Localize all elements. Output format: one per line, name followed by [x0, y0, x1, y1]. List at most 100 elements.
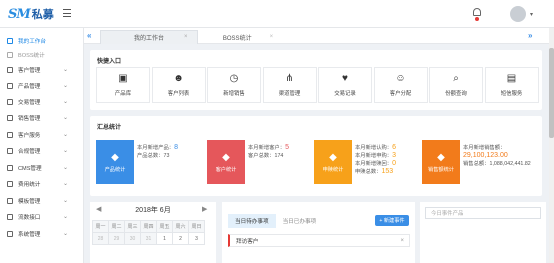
stat-line-label: 本月新增申购：: [355, 153, 393, 159]
calendar-day[interactable]: 31: [140, 232, 157, 245]
chevron-down-icon: ⌄: [62, 148, 68, 154]
sidebar-item-label: 我的工作台: [18, 38, 46, 45]
stat-line-label: 申赎总数：: [355, 169, 382, 175]
share-icon: ⋔: [285, 72, 294, 84]
calendar-day[interactable]: 1: [156, 232, 173, 245]
calendar-day[interactable]: 28: [92, 232, 109, 245]
quick-entry-3[interactable]: ⋔ 渠道管理: [262, 67, 317, 103]
sidebar-item[interactable]: 模板管理 ⌄: [0, 194, 84, 207]
menu-toggle-icon[interactable]: [63, 9, 71, 17]
search-input[interactable]: 今日事件产品: [425, 207, 541, 219]
stat-line: 申赎总数：153: [355, 168, 396, 176]
calendar-panel: ◀ 2018年 6月 ▶ 周一 周二 周三 周四 周五 周六 周日 28 29 30 31 1 2 3: [90, 202, 216, 263]
sidebar-item-label: 客户管理: [18, 67, 41, 74]
stat-line-value: 174: [274, 153, 284, 159]
stat-card-badge: ◆ 客户统计: [207, 140, 245, 184]
close-icon[interactable]: ×: [184, 34, 188, 40]
sidebar-item-label: 交易管理: [18, 99, 41, 106]
quick-entry-7[interactable]: ▤ 短信服务: [484, 67, 539, 103]
stat-line: 本月新增销售额：: [463, 144, 531, 152]
menu-item-icon: [7, 82, 13, 89]
clock-icon: ◷: [229, 72, 239, 84]
sidebar-item-label: 系统管理: [18, 231, 41, 238]
sidebar-item[interactable]: 交易管理 ⌄: [0, 95, 84, 108]
calendar-day[interactable]: 3: [188, 232, 205, 245]
stat-line-value: 29,100,123.00: [463, 152, 508, 159]
stat-card[interactable]: ◆ 申赎统计 本月新增认购：6 本月新增申购：3 本月新增赎回：0 申赎总数：153: [314, 140, 419, 184]
sidebar-item[interactable]: CMS管理 ⌄: [0, 161, 84, 174]
stat-card[interactable]: ◆ 产品统计 本月新增产品：8 产品总数：73: [96, 140, 201, 184]
calendar-next-icon[interactable]: ▶: [202, 205, 207, 213]
quick-entry-5[interactable]: ☺ 客户分配: [373, 67, 428, 103]
sidebar-item[interactable]: 费用统计 ⌄: [0, 177, 84, 190]
stat-card[interactable]: ◆ 客户统计 本月新增客户：5 客户总数：174: [207, 140, 312, 184]
quick-entry-2[interactable]: ◷ 新增销售: [207, 67, 261, 103]
stat-line: 29,100,123.00: [463, 152, 531, 160]
sidebar-item-label: 销售管理: [18, 115, 41, 122]
tab-today-todo[interactable]: 当日待办事项: [228, 214, 276, 228]
menu-item-icon: [7, 114, 13, 121]
stat-line-value: 1,088,042,441.82: [489, 161, 531, 167]
summary-stats-panel: 汇总统计 ◆ 产品统计 本月新增产品：8 产品总数：73 ◆ 客户统计 本月新增客户：5 客户…: [90, 116, 542, 196]
menu-item-icon: [7, 147, 13, 154]
panel-title: 汇总统计: [97, 125, 122, 131]
stat-card-badge: ◆ 申赎统计: [314, 140, 352, 184]
sidebar-item[interactable]: 流数接口 ⌄: [0, 210, 84, 223]
stat-icon: ◆: [222, 151, 230, 163]
tab-scroll-right-icon[interactable]: »: [528, 31, 532, 40]
tab-boss-stats[interactable]: × BOSS统计 ×: [184, 30, 298, 44]
new-event-button[interactable]: + 新建事件: [375, 215, 409, 226]
stat-line: 本月新增赎回：0: [355, 160, 396, 168]
sidebar-item[interactable]: 系统管理 ⌄: [0, 227, 84, 240]
sidebar-item[interactable]: 产品管理 ⌄: [0, 79, 84, 92]
menu-item-icon: [7, 180, 13, 187]
quick-entry-label: 短信服务: [500, 91, 523, 97]
user-avatar[interactable]: [510, 6, 526, 22]
sidebar-item[interactable]: BOSS统计: [0, 48, 84, 61]
menu-item-icon: [7, 197, 13, 204]
tab-scroll-left-icon[interactable]: «: [87, 31, 91, 40]
sidebar-item[interactable]: 客户服务 ⌄: [0, 128, 84, 141]
sidebar-item[interactable]: 客户管理 ⌄: [0, 63, 84, 76]
stat-card-label: 销售额统计: [428, 166, 454, 173]
stat-line-value: 6: [392, 144, 396, 151]
chevron-down-icon[interactable]: ▾: [530, 11, 533, 18]
sidebar-item[interactable]: 合规管理 ⌄: [0, 144, 84, 157]
list-item[interactable]: 拜访客户 ×: [228, 234, 410, 247]
quick-entry-6[interactable]: ⌕ 份额查询: [429, 67, 483, 103]
stat-icon: ◆: [329, 151, 337, 163]
quick-entry-4[interactable]: ♥ 交易记录: [318, 67, 372, 103]
stat-card[interactable]: ◆ 销售额统计 本月新增销售额： 29,100,123.00 销售总额：1,088,04…: [422, 140, 531, 184]
quick-entry-label: 渠道管理: [278, 91, 301, 97]
scrollbar[interactable]: [549, 28, 554, 263]
quick-entry-0[interactable]: ▣ 产品库: [96, 67, 150, 103]
tab-bar: « 我的工作台 × BOSS统计 × »: [84, 28, 549, 44]
calendar-day[interactable]: 30: [124, 232, 141, 245]
notification-bell-icon[interactable]: [472, 8, 482, 21]
stat-icon: ◆: [111, 151, 119, 163]
stat-line-value: 73: [163, 153, 170, 159]
menu-item-icon: [7, 37, 13, 44]
sidebar-item[interactable]: 我的工作台: [0, 34, 84, 47]
stat-icon: ◆: [437, 151, 445, 163]
top-bar: SM 私募 ▾: [0, 0, 554, 28]
calendar-day[interactable]: 29: [108, 232, 125, 245]
quick-entry-1[interactable]: ☻ 客户列表: [151, 67, 206, 103]
sidebar-item[interactable]: 销售管理 ⌄: [0, 111, 84, 124]
stat-line: 客户总数：174: [248, 152, 289, 160]
quick-entry-label: 份额查询: [445, 91, 467, 97]
sidebar-item-label: 客户服务: [18, 132, 41, 139]
tab-today-done[interactable]: 当日已办事项: [276, 214, 324, 228]
calendar-day[interactable]: 2: [172, 232, 189, 245]
chevron-down-icon: ⌄: [62, 99, 68, 105]
stat-line: 产品总数：73: [137, 152, 178, 160]
stat-line: 本月新增产品：8: [137, 144, 178, 152]
scroll-thumb[interactable]: [549, 48, 554, 138]
chevron-down-icon: ⌄: [62, 67, 68, 73]
close-icon[interactable]: ×: [400, 238, 404, 244]
stat-lines: 本月新增认购：6 本月新增申购：3 本月新增赎回：0 申赎总数：153: [355, 144, 396, 176]
menu-item-icon: [7, 213, 13, 220]
stat-line: 本月新增客户：5: [248, 144, 289, 152]
chevron-down-icon: ⌄: [62, 115, 68, 121]
close-icon[interactable]: ×: [270, 34, 274, 40]
